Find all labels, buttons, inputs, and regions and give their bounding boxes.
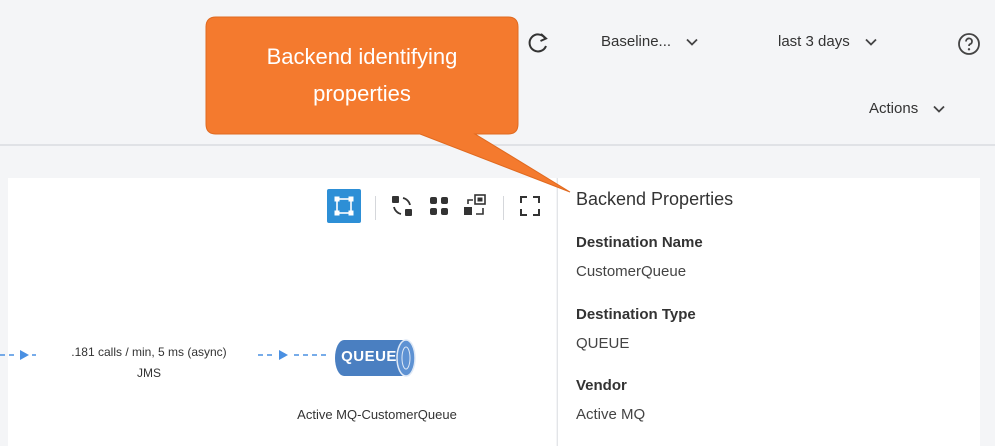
callout-line-1: Backend identifying xyxy=(266,44,458,69)
callout-line-2: properties xyxy=(313,81,411,106)
callout-text: Backend identifying properties xyxy=(208,38,516,112)
